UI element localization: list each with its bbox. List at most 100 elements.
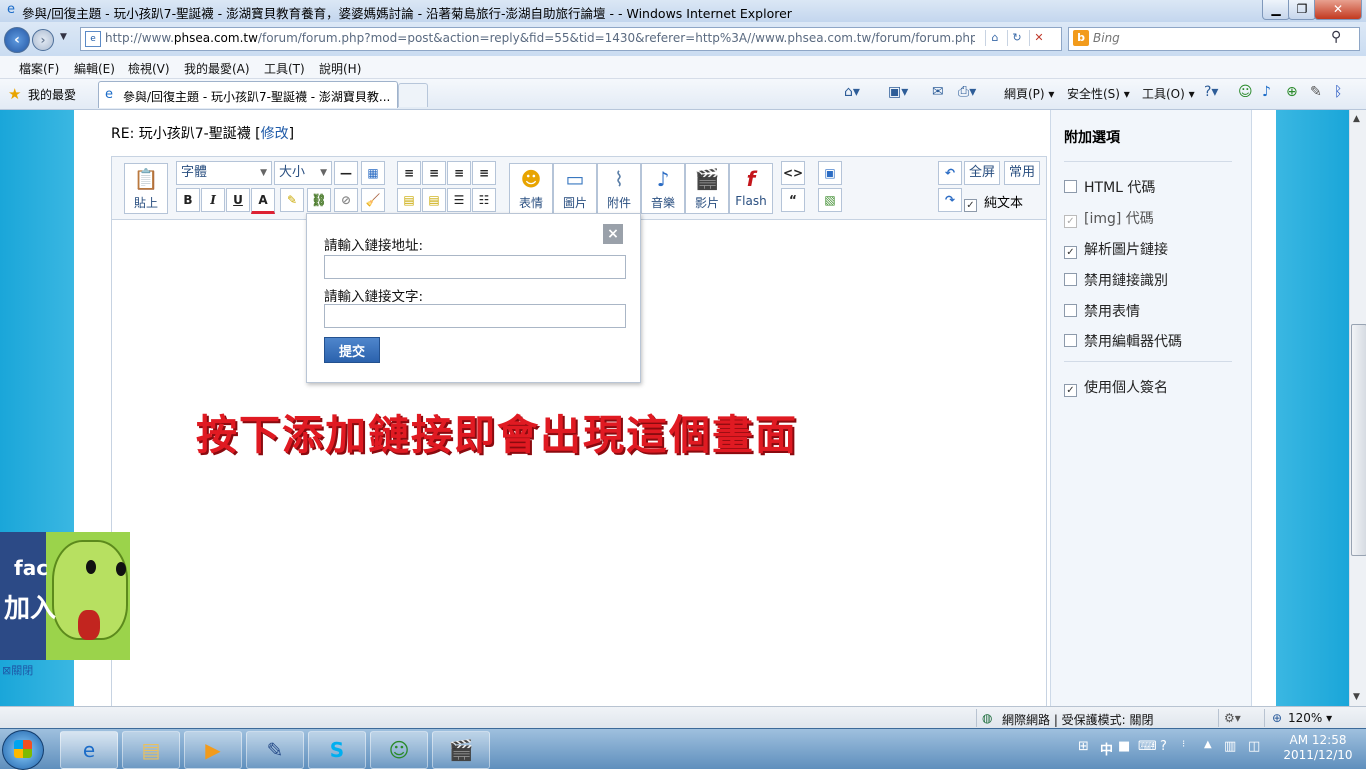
option-checkbox[interactable]: [1064, 304, 1077, 317]
submit-button[interactable]: 提交: [324, 337, 380, 363]
size-select[interactable]: 大小 ▼: [274, 161, 332, 185]
messenger-icon[interactable]: ☺: [1238, 84, 1253, 100]
scrollbar-thumb[interactable]: [1351, 324, 1366, 556]
unordered-list-icon[interactable]: ☷: [472, 188, 496, 212]
taskbar-skype-icon[interactable]: S: [308, 731, 366, 769]
search-input[interactable]: [1093, 30, 1323, 46]
addon-icon[interactable]: ✎: [1310, 84, 1322, 100]
back-button[interactable]: ‹: [4, 27, 30, 53]
bluetooth-icon[interactable]: ᛒ: [1334, 84, 1342, 100]
tray-clock[interactable]: AM 12:58 2011/12/10: [1272, 733, 1364, 763]
table-button[interactable]: ▦: [361, 161, 385, 185]
page-menu[interactable]: 網頁(P) ▾: [1004, 85, 1054, 102]
undo-icon[interactable]: ↶: [938, 161, 962, 185]
option-use-signature[interactable]: ✓ 使用個人簽名: [1064, 377, 1168, 397]
show-hidden-icons[interactable]: ▲: [1204, 739, 1212, 750]
option-disable-link-detect[interactable]: 禁用鏈接識別: [1064, 270, 1168, 290]
refresh-icon[interactable]: ↻: [1007, 30, 1026, 46]
privacy-icon[interactable]: ⚙▾: [1224, 711, 1241, 725]
highlight-icon[interactable]: ✎: [280, 188, 304, 212]
emoticon-button[interactable]: ☻ 表情: [509, 163, 553, 214]
close-icon[interactable]: ×: [603, 224, 623, 244]
taskbar-media-icon[interactable]: ▶: [184, 731, 242, 769]
attachment-button[interactable]: ⌇ 附件: [597, 163, 641, 214]
tray-keyboard-icon[interactable]: ⌨: [1138, 739, 1157, 754]
vertical-scrollbar[interactable]: ▲ ▼: [1349, 110, 1366, 706]
close-window-button[interactable]: ✕: [1314, 0, 1362, 20]
tray-options-icon[interactable]: ⁝: [1182, 739, 1185, 750]
video-button[interactable]: 🎬 影片: [685, 163, 729, 214]
free-layout-icon[interactable]: ▣: [818, 161, 842, 185]
facebook-ad-banner[interactable]: fac 加入: [0, 532, 130, 660]
forward-button[interactable]: ›: [32, 29, 54, 51]
ad-close-link[interactable]: ⊠關閉: [2, 662, 33, 678]
taskbar-movie-maker-icon[interactable]: 🎬: [432, 731, 490, 769]
option-disable-smilies[interactable]: 禁用表情: [1064, 301, 1140, 321]
font-color-button[interactable]: A: [251, 188, 275, 214]
menu-view[interactable]: 檢視(V): [128, 60, 170, 77]
underline-button[interactable]: U: [226, 188, 250, 212]
history-dropdown-icon[interactable]: ▼: [60, 32, 67, 42]
maximize-button[interactable]: ❐: [1288, 0, 1316, 20]
code-icon[interactable]: <>: [781, 161, 805, 185]
tray-network-icon[interactable]: ▥: [1224, 739, 1236, 754]
option-checkbox[interactable]: ✓: [1064, 384, 1077, 397]
music-note-icon[interactable]: ♪: [1262, 84, 1271, 100]
float-left-icon[interactable]: ▤: [397, 188, 421, 212]
tray-lang-indicator[interactable]: 中: [1100, 739, 1113, 758]
address-bar[interactable]: e http://www.phsea.com.tw/forum/forum.ph…: [80, 27, 1062, 51]
option-checkbox[interactable]: ✓: [1064, 246, 1077, 259]
search-icon[interactable]: ⚲: [1331, 29, 1341, 45]
favorites-button[interactable]: 我的最愛: [28, 86, 76, 103]
image-button[interactable]: ▭ 圖片: [553, 163, 597, 214]
float-right-icon[interactable]: ▤: [422, 188, 446, 212]
add-link-icon[interactable]: ⛓: [307, 188, 331, 212]
stop-icon[interactable]: ✕: [1029, 30, 1048, 46]
zoom-level[interactable]: 120% ▾: [1288, 711, 1332, 725]
taskbar-paint-icon[interactable]: ✎: [246, 731, 304, 769]
option-checkbox[interactable]: [1064, 334, 1077, 347]
menu-edit[interactable]: 編輯(E): [74, 60, 115, 77]
option-checkbox[interactable]: [1064, 273, 1077, 286]
justify-icon[interactable]: ≡: [472, 161, 496, 185]
search-box[interactable]: b ⚲: [1068, 27, 1360, 51]
link-url-input[interactable]: [324, 255, 626, 279]
paste-button[interactable]: 📋 貼上: [124, 163, 168, 214]
scroll-down-icon[interactable]: ▼: [1353, 692, 1360, 702]
flash-button[interactable]: f Flash: [729, 163, 773, 214]
option-disable-editor-code[interactable]: 禁用編輯器代碼: [1064, 331, 1182, 351]
plaintext-toggle[interactable]: ✓ 純文本: [964, 192, 1023, 212]
ordered-list-icon[interactable]: ☰: [447, 188, 471, 212]
home-icon[interactable]: ⌂▾: [844, 84, 860, 100]
option-img-code[interactable]: ✓ [img] 代碼: [1064, 208, 1154, 228]
mail-icon[interactable]: ✉: [932, 84, 944, 100]
address-url[interactable]: http://www.phsea.com.tw/forum/forum.php?…: [105, 31, 975, 45]
menu-help[interactable]: 說明(H): [319, 60, 361, 77]
horizontal-rule-button[interactable]: —: [334, 161, 358, 185]
compat-view-icon[interactable]: ⌂: [985, 30, 1004, 46]
tools-menu[interactable]: 工具(O) ▾: [1142, 85, 1195, 102]
taskbar-explorer-icon[interactable]: ▤: [122, 731, 180, 769]
option-parse-image-link[interactable]: ✓ 解析圖片鏈接: [1064, 239, 1168, 259]
favorites-star-icon[interactable]: ★: [8, 85, 21, 103]
redo-icon[interactable]: ↷: [938, 188, 962, 212]
tray-ime-icon[interactable]: ⊞: [1078, 739, 1089, 754]
tray-fullwidth-icon[interactable]: ■: [1118, 739, 1130, 754]
align-left-icon[interactable]: ≡: [397, 161, 421, 185]
tray-volume-icon[interactable]: ◫: [1248, 739, 1260, 754]
italic-button[interactable]: I: [201, 188, 225, 212]
tray-help-icon[interactable]: ?: [1160, 739, 1167, 754]
safety-menu[interactable]: 安全性(S) ▾: [1067, 85, 1130, 102]
font-select[interactable]: 字體 ▼: [176, 161, 272, 185]
align-right-icon[interactable]: ≡: [447, 161, 471, 185]
option-html-code[interactable]: HTML 代碼: [1064, 177, 1155, 197]
edit-title-link[interactable]: 修改: [261, 126, 289, 142]
scroll-up-icon[interactable]: ▲: [1353, 114, 1360, 124]
link-text-input[interactable]: [324, 304, 626, 328]
bold-button[interactable]: B: [176, 188, 200, 212]
menu-tools[interactable]: 工具(T): [264, 60, 305, 77]
option-checkbox[interactable]: ✓: [1064, 215, 1077, 228]
music-button[interactable]: ♪ 音樂: [641, 163, 685, 214]
taskbar-ie-icon[interactable]: e: [60, 731, 118, 769]
menu-file[interactable]: 檔案(F): [19, 60, 59, 77]
